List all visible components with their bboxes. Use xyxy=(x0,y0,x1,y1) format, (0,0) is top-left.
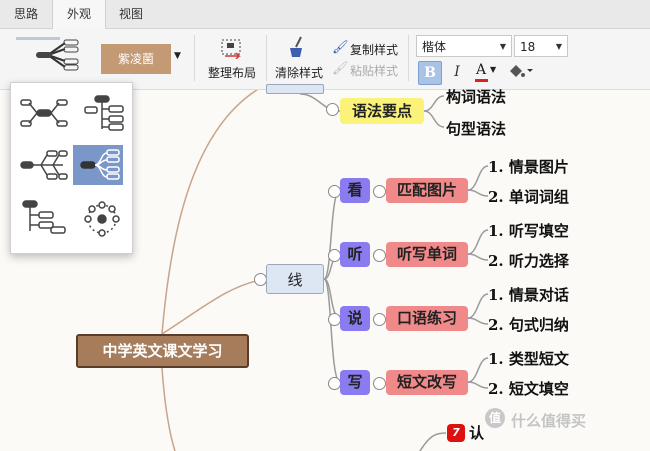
group-leaf[interactable]: 2. 句式归纳 xyxy=(488,314,569,335)
group-leaf[interactable]: 1. 听写填空 xyxy=(488,220,569,241)
chevron-down-icon: ▼ xyxy=(555,42,562,51)
group-leaf[interactable]: 1. 类型短文 xyxy=(488,348,569,369)
structure-layout-button[interactable] xyxy=(10,31,86,71)
mindmap-layout-icon xyxy=(16,37,79,71)
root-topic-node[interactable]: 中学英文课文学习 xyxy=(76,334,249,368)
partial-leaf[interactable]: 认 xyxy=(469,422,484,443)
ribbon-tab-bar: 思路 外观 视图 xyxy=(0,0,650,29)
word-formation-leaf[interactable]: 构词语法 xyxy=(446,86,506,107)
group-topic-node[interactable]: 听写单词 xyxy=(386,242,468,267)
group-tag-node[interactable]: 写 xyxy=(340,370,370,395)
group-tag-node[interactable]: 听 xyxy=(340,242,370,267)
watermark-logo-icon: 值 xyxy=(485,408,505,428)
group-leaf[interactable]: 2. 听力选择 xyxy=(488,250,569,271)
fill-color-button[interactable] xyxy=(506,61,534,83)
font-color-button[interactable]: A ▼ xyxy=(474,61,500,83)
tree-left-layout-option[interactable] xyxy=(19,197,69,237)
theme-dropdown-arrow-icon[interactable]: ▼ xyxy=(174,51,181,61)
sentence-pattern-leaf[interactable]: 句型语法 xyxy=(446,118,506,139)
collapse-toggle[interactable] xyxy=(373,313,386,326)
group-topic-node[interactable]: 短文改写 xyxy=(386,370,468,395)
layout-options-panel xyxy=(10,82,133,254)
toolbar-divider xyxy=(266,35,267,81)
line-branch-node[interactable]: 线 xyxy=(266,264,324,294)
group-leaf[interactable]: 1. 情景图片 xyxy=(488,156,569,177)
font-color-indicator xyxy=(475,79,488,82)
hidden-branch-node[interactable] xyxy=(266,84,324,94)
org-chart-layout-option[interactable] xyxy=(77,93,127,133)
italic-button[interactable]: I xyxy=(446,61,468,83)
font-family-value: 楷体 xyxy=(422,40,447,54)
tab-outline[interactable]: 思路 xyxy=(0,0,52,28)
toolbar-divider xyxy=(408,35,409,81)
group-leaf[interactable]: 2. 单词词组 xyxy=(488,186,569,207)
font-size-value: 18 xyxy=(520,40,536,54)
font-color-letter: A xyxy=(476,62,487,78)
collapse-toggle[interactable] xyxy=(373,249,386,262)
tab-view[interactable]: 视图 xyxy=(105,0,157,28)
priority-badge-icon: 7 xyxy=(447,424,465,442)
right-map-layout-option[interactable] xyxy=(73,145,123,185)
paste-style-icon: 🖌 xyxy=(332,61,349,76)
broom-icon xyxy=(286,35,310,59)
group-tag-node[interactable]: 看 xyxy=(340,178,370,203)
tab-appearance[interactable]: 外观 xyxy=(52,0,106,29)
bold-button[interactable]: B xyxy=(418,61,442,85)
paint-bucket-icon xyxy=(510,65,533,77)
tree-both-layout-option[interactable] xyxy=(19,93,69,133)
appearance-toolbar: 紫凌菌 ▼ 整理布局 清除样式 🖌 复制样式 🖌 粘贴样式 楷体 ▼ 18 ▼ … xyxy=(0,29,650,90)
group-leaf[interactable]: 2. 短文填空 xyxy=(488,378,569,399)
theme-swatch-button[interactable]: 紫凌菌 xyxy=(101,44,171,74)
toolbar-divider xyxy=(194,35,195,81)
chevron-down-icon: ▼ xyxy=(499,42,506,51)
arrange-layout-button[interactable]: 整理布局 xyxy=(208,64,256,81)
fishbone-layout-option[interactable] xyxy=(19,145,69,185)
copy-style-button[interactable]: 复制样式 xyxy=(350,41,398,58)
clear-style-button[interactable]: 清除样式 xyxy=(275,64,323,81)
group-topic-node[interactable]: 口语练习 xyxy=(386,306,468,331)
collapse-toggle[interactable] xyxy=(326,103,339,116)
group-tag-node[interactable]: 说 xyxy=(340,306,370,331)
font-family-select[interactable]: 楷体 ▼ xyxy=(416,35,512,57)
font-size-select[interactable]: 18 ▼ xyxy=(514,35,568,57)
arrange-layout-icon xyxy=(219,37,245,60)
watermark-text: 什么值得买 xyxy=(511,412,587,430)
collapse-toggle[interactable] xyxy=(373,185,386,198)
grammar-points-node[interactable]: 语法要点 xyxy=(340,98,424,124)
group-topic-node[interactable]: 匹配图片 xyxy=(386,178,468,203)
chevron-down-icon: ▼ xyxy=(490,65,497,74)
brush-copy-icon: 🖌 xyxy=(332,40,349,55)
group-leaf[interactable]: 1. 情景对话 xyxy=(488,284,569,305)
collapse-toggle[interactable] xyxy=(373,377,386,390)
radial-layout-option[interactable] xyxy=(77,197,127,237)
paste-style-button: 粘贴样式 xyxy=(350,64,399,78)
